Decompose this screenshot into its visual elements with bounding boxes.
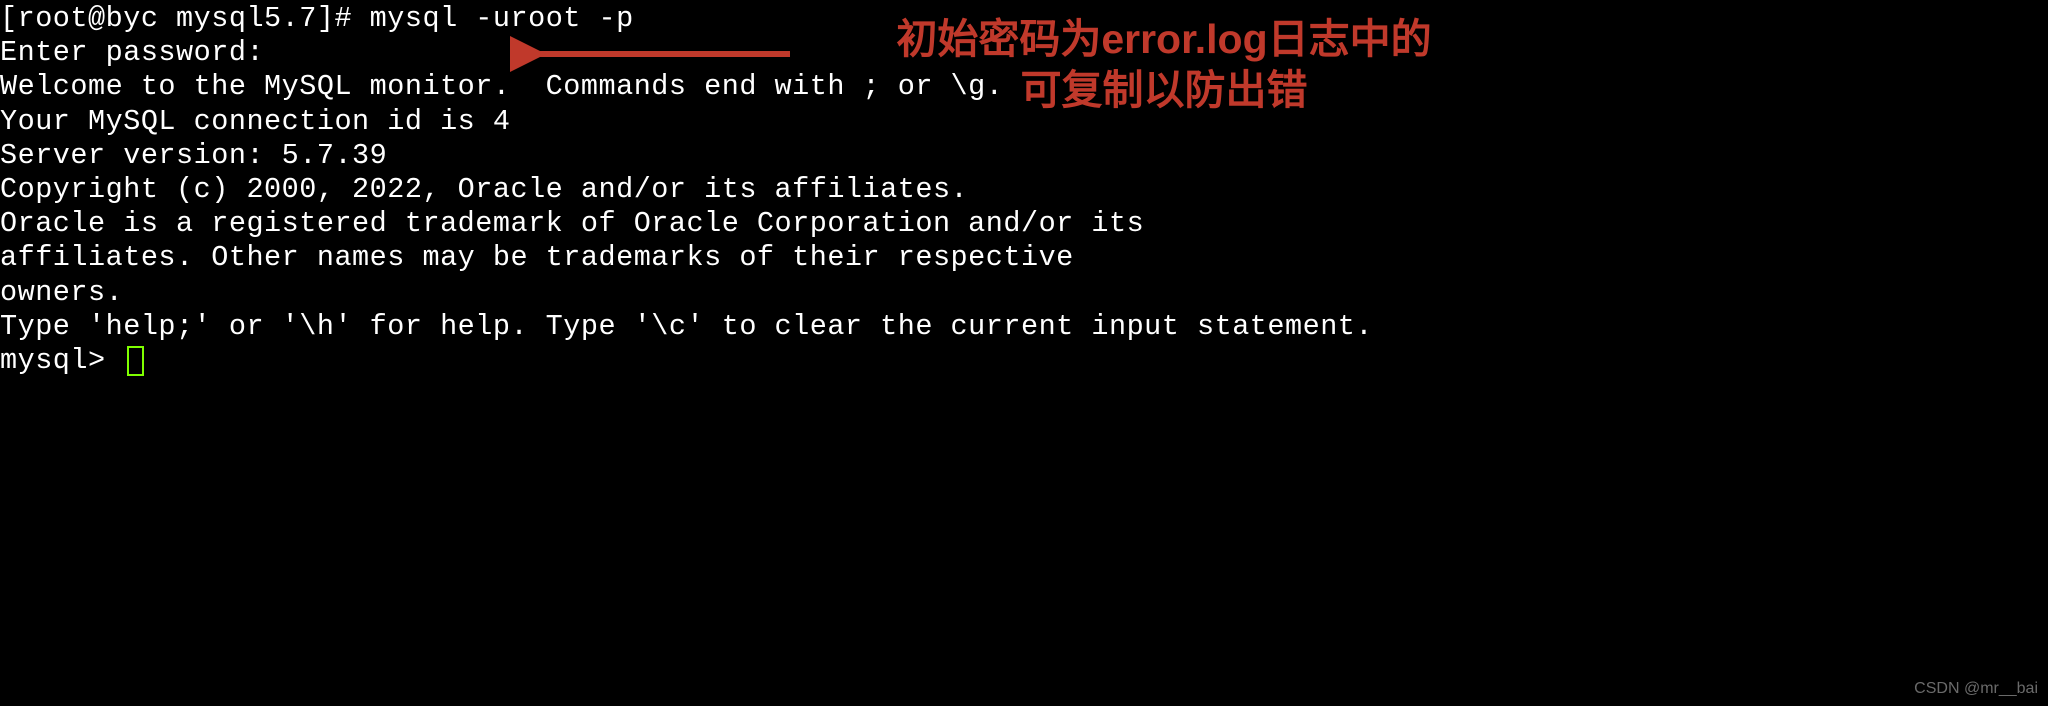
- terminal-line: Your MySQL connection id is 4: [0, 105, 2048, 139]
- terminal-line-prompt: [root@byc mysql5.7]# mysql -uroot -p: [0, 2, 2048, 36]
- terminal-line: Server version: 5.7.39: [0, 139, 2048, 173]
- cursor-icon: [127, 346, 144, 376]
- watermark-text: CSDN @mr__bai: [1914, 680, 2038, 698]
- terminal-output: [root@byc mysql5.7]# mysql -uroot -p Ent…: [0, 0, 2048, 378]
- mysql-prompt: mysql>: [0, 344, 123, 378]
- terminal-line: affiliates. Other names may be trademark…: [0, 241, 2048, 275]
- terminal-line: owners.: [0, 276, 2048, 310]
- shell-command: mysql -uroot -p: [370, 2, 634, 35]
- terminal-line: Oracle is a registered trademark of Orac…: [0, 207, 2048, 241]
- terminal-line: Type 'help;' or '\h' for help. Type '\c'…: [0, 310, 2048, 344]
- shell-prompt: [root@byc mysql5.7]#: [0, 2, 370, 35]
- terminal-line: Enter password:: [0, 36, 2048, 70]
- mysql-prompt-line[interactable]: mysql>: [0, 344, 2048, 378]
- terminal-line: Welcome to the MySQL monitor. Commands e…: [0, 70, 2048, 104]
- terminal-line: Copyright (c) 2000, 2022, Oracle and/or …: [0, 173, 2048, 207]
